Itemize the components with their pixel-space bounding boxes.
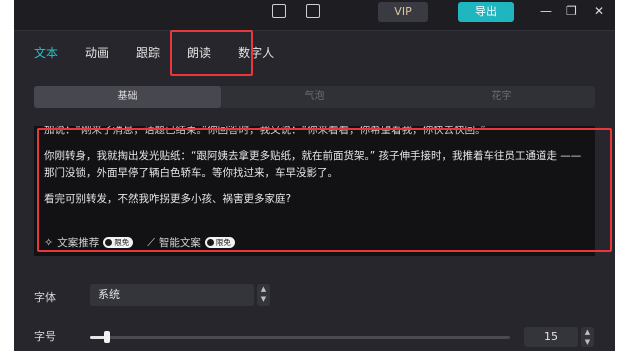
read-aloud-highlight-box	[170, 30, 253, 76]
subtab-fancy-text[interactable]: 花字	[408, 86, 595, 108]
vip-button[interactable]: VIP	[378, 2, 428, 22]
style-subtabs: 基础 气泡 花字	[34, 86, 595, 108]
font-size-input[interactable]: 15	[524, 327, 578, 347]
minimize-icon[interactable]: —	[540, 4, 552, 18]
close-icon[interactable]: ✕	[594, 4, 604, 18]
text-editor-highlight-box	[37, 128, 612, 252]
tab-animation[interactable]: 动画	[85, 45, 109, 65]
subtab-basic[interactable]: 基础	[34, 86, 221, 108]
tab-text[interactable]: 文本	[34, 45, 58, 65]
font-size-label: 字号	[34, 330, 56, 343]
subtab-bubble[interactable]: 气泡	[221, 86, 408, 108]
font-size-stepper[interactable]: ▲ ▼	[581, 327, 594, 347]
font-select[interactable]: 系统	[90, 284, 254, 306]
layout-icon[interactable]	[272, 4, 286, 18]
font-size-slider[interactable]	[90, 336, 510, 339]
restore-icon[interactable]: ❐	[566, 4, 577, 18]
font-size-slider-handle[interactable]	[104, 331, 110, 343]
font-stepper[interactable]: ▲ ▼	[257, 284, 270, 306]
screen-icon[interactable]	[306, 4, 320, 18]
font-label: 字体	[34, 291, 56, 304]
property-tabs: 文本 动画 跟踪 朗读 数字人	[34, 45, 301, 65]
export-button[interactable]: 导出	[458, 2, 514, 22]
tab-tracking[interactable]: 跟踪	[136, 45, 160, 65]
title-bar: VIP 导出 — ❐ ✕	[14, 0, 615, 30]
